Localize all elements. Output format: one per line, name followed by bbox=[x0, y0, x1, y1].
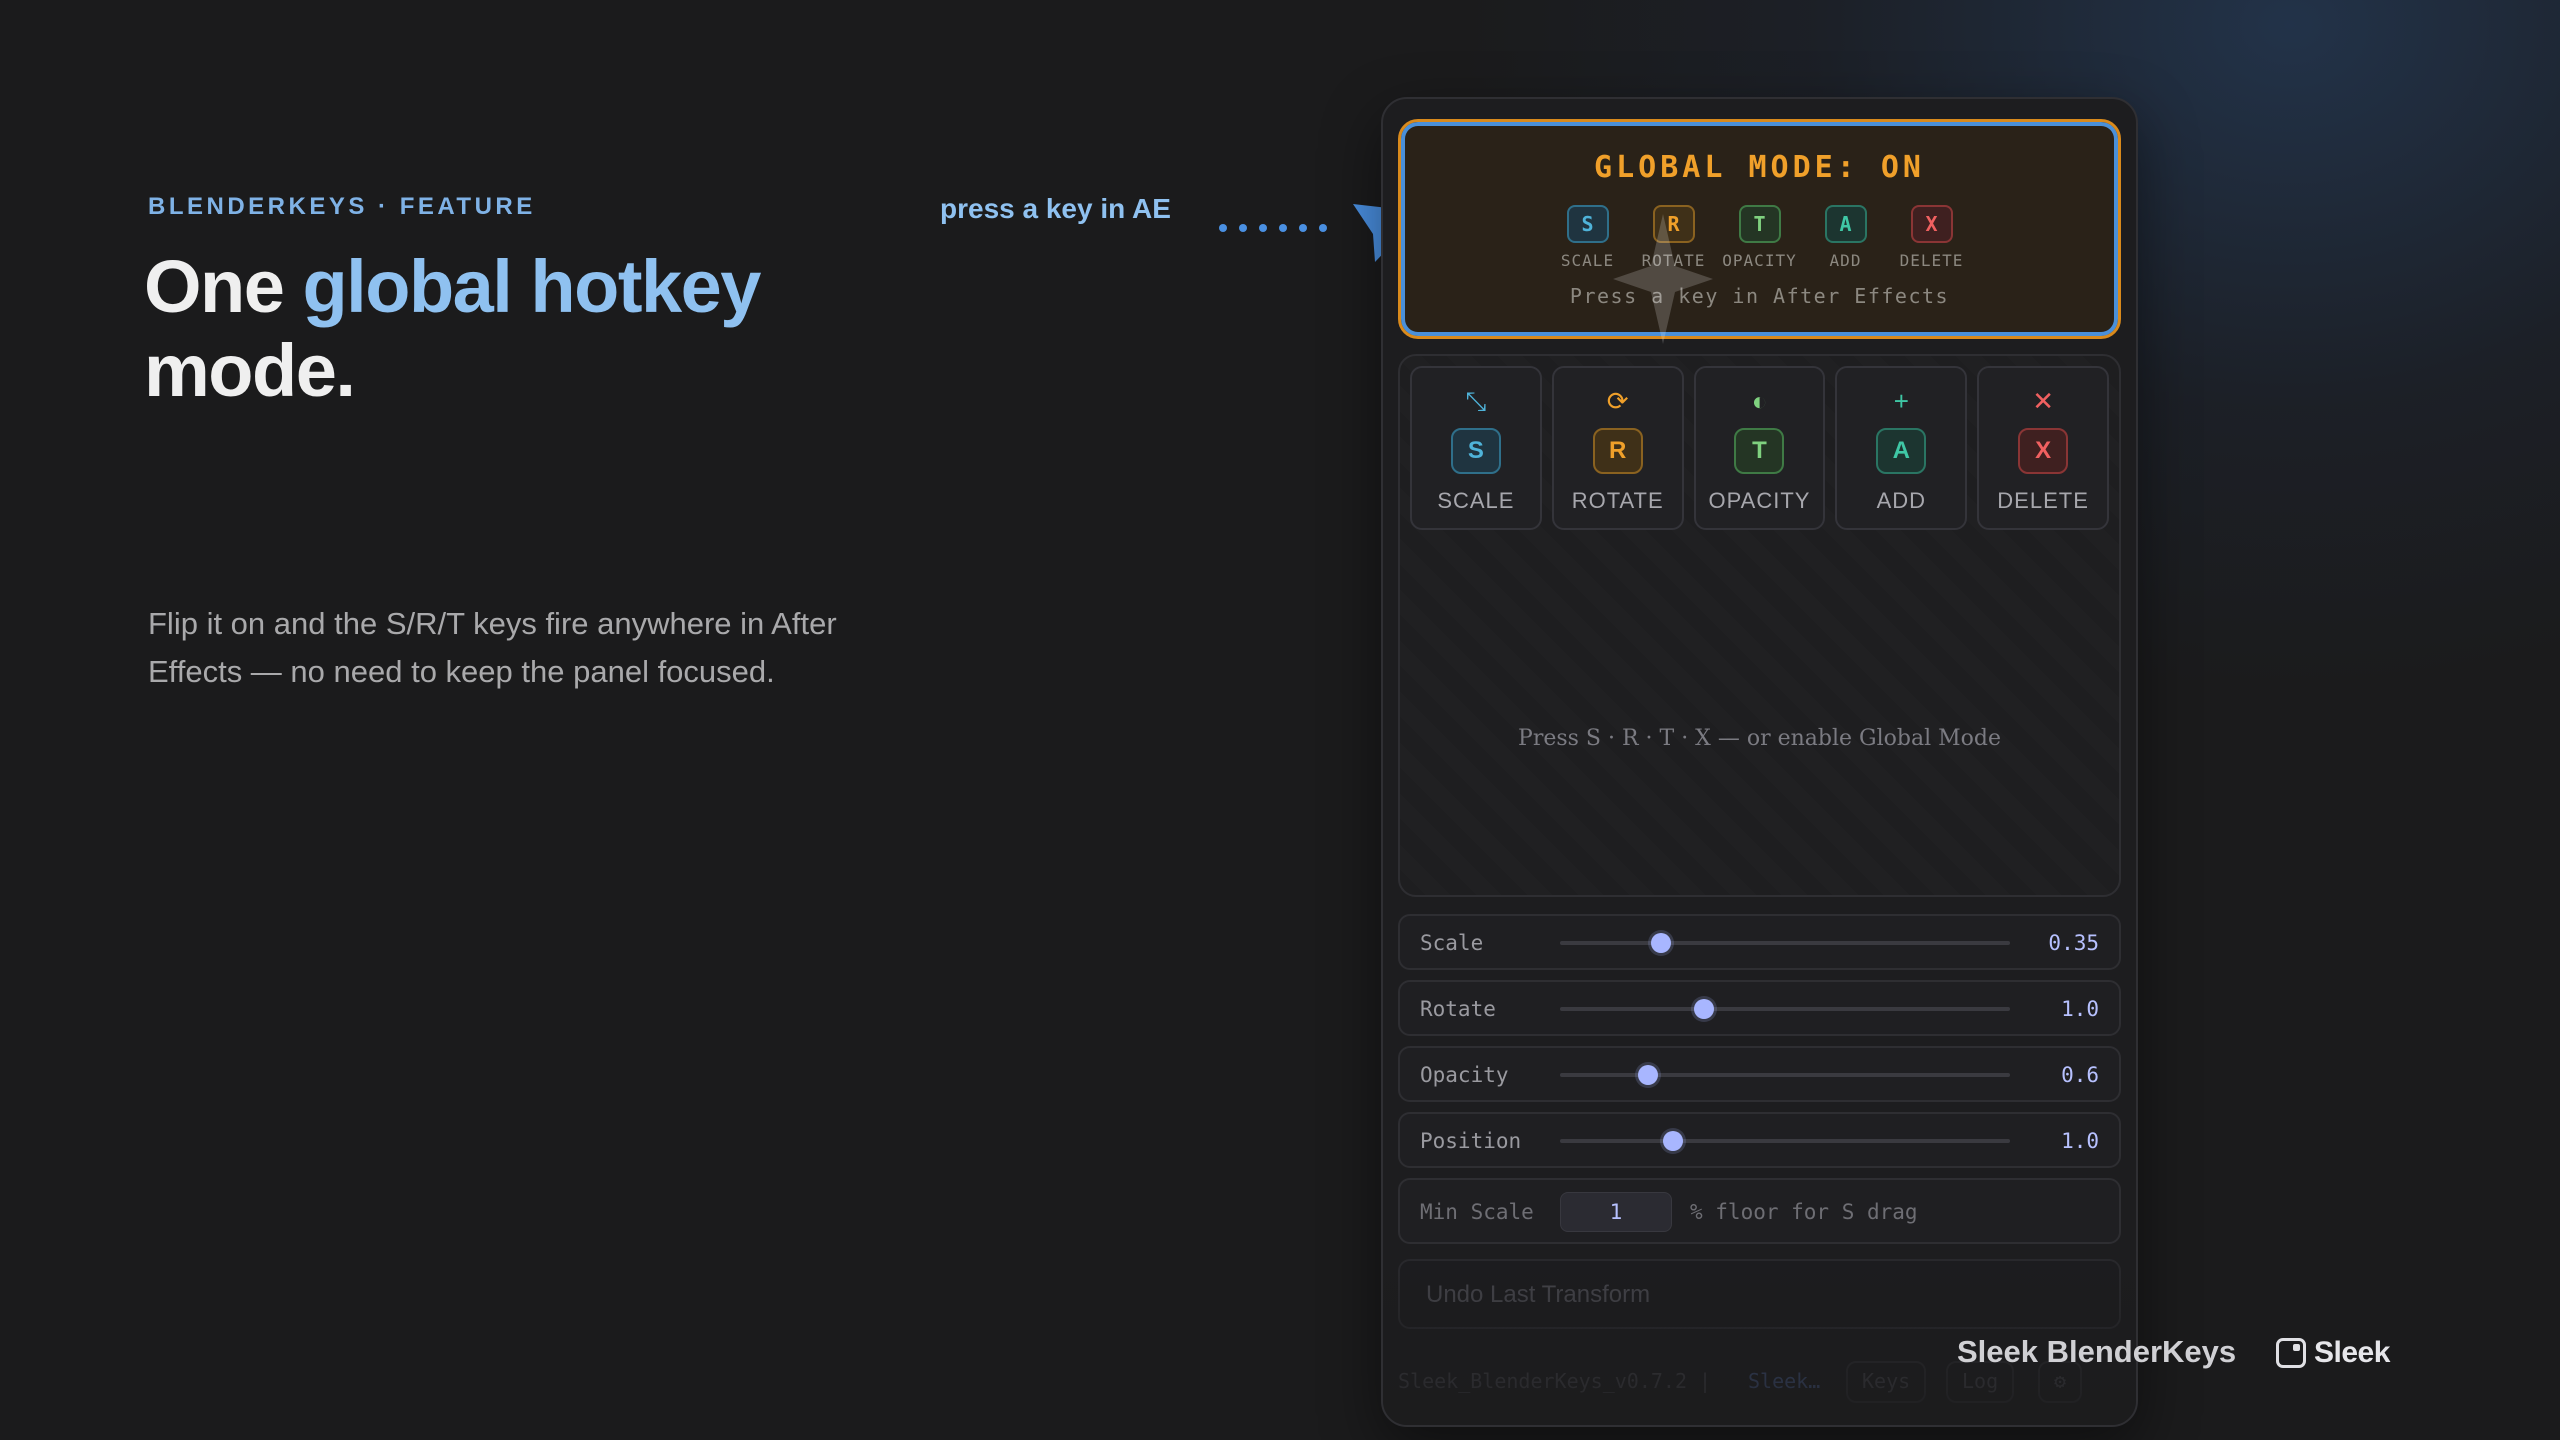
keycap-t: T bbox=[1738, 205, 1781, 243]
scale-icon: ⤡ bbox=[1465, 386, 1487, 416]
close-icon: ✕ bbox=[2032, 386, 2054, 416]
footer-brand-link[interactable]: Sleek… bbox=[1748, 1369, 1820, 1393]
keycap-a: A bbox=[1876, 428, 1927, 474]
slider-thumb[interactable] bbox=[1637, 1065, 1658, 1085]
min-scale-label: Min Scale bbox=[1420, 1200, 1534, 1224]
slider-track[interactable] bbox=[1560, 999, 2010, 1019]
brand-logo: Sleek bbox=[2276, 1336, 2390, 1370]
plus-icon: + bbox=[1893, 386, 1909, 416]
global-mode-banner[interactable]: GLOBAL MODE: ON S SCALE R ROTATE T OPACI… bbox=[1398, 119, 2121, 344]
slider-row-rotate: Rotate 1.0 bbox=[1398, 980, 2121, 1036]
tool-button-add[interactable]: + A ADD bbox=[1835, 366, 1968, 530]
tool-button-delete[interactable]: ✕ X DELETE bbox=[1977, 366, 2109, 530]
keycap-x: X bbox=[2018, 428, 2069, 474]
tool-label: ROTATE bbox=[1571, 488, 1664, 513]
headline-part-1: One bbox=[144, 245, 303, 328]
min-scale-input[interactable]: 1 bbox=[1560, 1192, 1672, 1232]
slider-track[interactable] bbox=[1560, 1131, 2010, 1151]
keycap-x: X bbox=[1910, 205, 1953, 243]
slider-track[interactable] bbox=[1560, 933, 2010, 953]
star-watermark-icon bbox=[1613, 214, 1713, 344]
callout-label: press a key in AE bbox=[940, 193, 1171, 224]
tool-label: OPACITY bbox=[1708, 488, 1811, 513]
global-key-add: A ADD bbox=[1811, 205, 1881, 270]
slider-thumb[interactable] bbox=[1694, 999, 1714, 1019]
global-key-label: SCALE bbox=[1560, 251, 1615, 270]
slider-value: 1.0 bbox=[2061, 1129, 2099, 1153]
tool-button-opacity[interactable]: ◐ T OPACITY bbox=[1693, 366, 1826, 530]
keycap-s: S bbox=[1450, 428, 1501, 474]
slider-row-position: Position 1.0 bbox=[1398, 1112, 2121, 1168]
tool-buttons: ⤡ S SCALE ⟳ R ROTATE ◐ T OPACITY + A ADD… bbox=[1400, 356, 2119, 540]
global-key-label: OPACITY bbox=[1722, 251, 1797, 270]
tool-label: SCALE bbox=[1437, 488, 1515, 513]
slider-row-opacity: Opacity 0.6 bbox=[1398, 1046, 2121, 1102]
gear-icon: ⚙ bbox=[2054, 1369, 2067, 1393]
opacity-icon: ◐ bbox=[1751, 386, 1768, 416]
slider-label: Scale bbox=[1420, 931, 1484, 955]
slider-value: 0.35 bbox=[2048, 931, 2099, 955]
sleek-logo-icon bbox=[2276, 1338, 2306, 1368]
global-key-label: DELETE bbox=[1899, 251, 1964, 270]
rotate-icon: ⟳ bbox=[1606, 386, 1629, 416]
slider-label: Position bbox=[1420, 1129, 1522, 1153]
tool-area-hint: Press S · R · T · X — or enable Global M… bbox=[1518, 726, 2001, 751]
version-label: Sleek_BlenderKeys_v0.7.2 | bbox=[1398, 1369, 1712, 1393]
keycap-s: S bbox=[1566, 205, 1609, 243]
global-key-opacity: T OPACITY bbox=[1722, 205, 1797, 270]
global-key-scale: S SCALE bbox=[1553, 205, 1623, 270]
eyebrow-label: BLENDERKEYS · FEATURE bbox=[148, 193, 536, 220]
slider-value: 1.0 bbox=[2061, 997, 2099, 1021]
tool-label: ADD bbox=[1876, 488, 1927, 513]
headline-part-2: mode. bbox=[144, 329, 356, 412]
global-key-label: ADD bbox=[1829, 251, 1862, 270]
slider-label: Opacity bbox=[1420, 1063, 1509, 1087]
keycap-a: A bbox=[1824, 205, 1867, 243]
tool-button-scale[interactable]: ⤡ S SCALE bbox=[1410, 366, 1542, 530]
global-mode-keys: S SCALE R ROTATE T OPACITY A ADD X DELET… bbox=[1401, 205, 2118, 270]
min-scale-row: Min Scale 1 % floor for S drag bbox=[1398, 1178, 2121, 1244]
tool-area: ⤡ S SCALE ⟳ R ROTATE ◐ T OPACITY + A ADD… bbox=[1398, 354, 2121, 897]
slider-track[interactable] bbox=[1560, 1065, 2010, 1085]
feature-description: Flip it on and the S/R/T keys fire anywh… bbox=[148, 606, 837, 689]
product-watermark: Sleek BlenderKeys bbox=[1957, 1334, 2237, 1369]
undo-button[interactable]: Undo Last Transform bbox=[1398, 1259, 2121, 1329]
headline-accent: global hotkey bbox=[302, 245, 761, 328]
headline: One global hotkey mode. bbox=[144, 245, 1044, 413]
slider-row-scale: Scale 0.35 bbox=[1398, 914, 2121, 970]
min-scale-note: % floor for S drag bbox=[1690, 1200, 1918, 1224]
keycap-t: T bbox=[1734, 428, 1785, 474]
brand-logo-text: Sleek bbox=[2314, 1336, 2390, 1369]
slider-value: 0.6 bbox=[2061, 1063, 2099, 1087]
slider-label: Rotate bbox=[1420, 997, 1496, 1021]
tool-label: DELETE bbox=[1997, 488, 2089, 513]
blenderkeys-panel: GLOBAL MODE: ON S SCALE R ROTATE T OPACI… bbox=[1381, 97, 2138, 1427]
tool-button-rotate[interactable]: ⟳ R ROTATE bbox=[1551, 366, 1684, 530]
global-mode-title: GLOBAL MODE: ON bbox=[1594, 150, 1925, 185]
keys-button[interactable]: Keys bbox=[1846, 1361, 1927, 1403]
slider-thumb[interactable] bbox=[1651, 933, 1672, 953]
keycap-r: R bbox=[1592, 428, 1643, 474]
slider-thumb[interactable] bbox=[1662, 1131, 1683, 1151]
global-key-delete: X DELETE bbox=[1897, 205, 1967, 270]
global-mode-hint: Press a key in After Effects bbox=[1569, 284, 1950, 308]
